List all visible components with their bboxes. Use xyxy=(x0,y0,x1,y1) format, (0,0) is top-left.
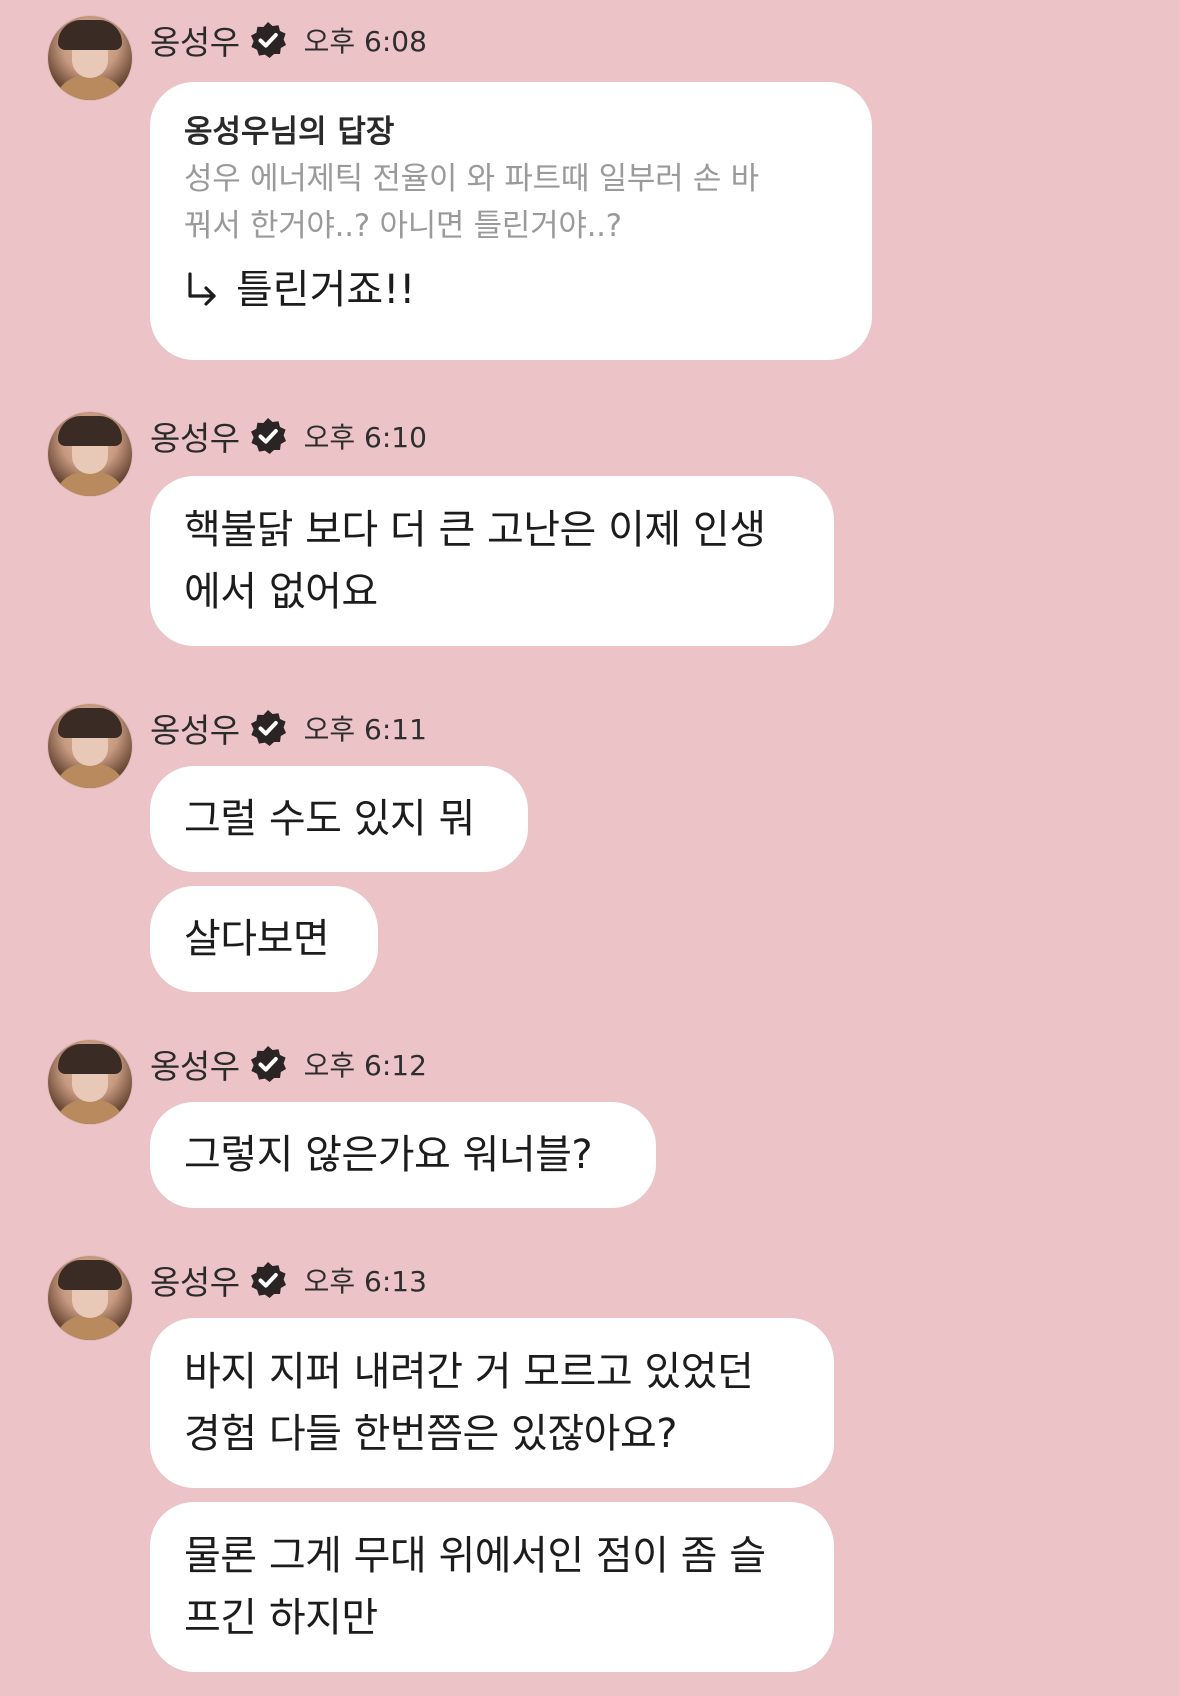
message-bubble[interactable]: 살다보면 xyxy=(150,886,378,992)
verified-badge-icon xyxy=(248,20,288,60)
message-bubble[interactable]: 바지 지퍼 내려간 거 모르고 있었던 경험 다들 한번쯤은 있잖아요? xyxy=(150,1318,834,1488)
sender-name: 옹성우 xyxy=(150,711,240,750)
timestamp: 오후 6:13 xyxy=(303,1265,427,1298)
reply-bubble[interactable]: 옹성우님의 답장 성우 에너제틱 전율이 와 파트때 일부러 손 바 꿔서 한거… xyxy=(150,82,872,360)
message-text-line: 살다보면 xyxy=(184,916,330,962)
reply-answer: 틀린거죠!! xyxy=(184,264,838,316)
message-text-line: 그렇지 않은가요 워너블? xyxy=(184,1132,593,1178)
avatar[interactable] xyxy=(48,16,132,100)
reply-arrow-icon xyxy=(184,270,220,310)
reply-title: 옹성우님의 답장 xyxy=(184,114,395,150)
avatar[interactable] xyxy=(48,1256,132,1340)
message-text-line: 핵불닭 보다 더 큰 고난은 이제 인생 xyxy=(184,507,766,553)
message-header: 옹성우 오후 6:10 xyxy=(150,412,427,460)
message-bubble[interactable]: 물론 그게 무대 위에서인 점이 좀 슬 프긴 하지만 xyxy=(150,1502,834,1672)
message-text-line: 에서 없어요 xyxy=(184,569,378,615)
message-header: 옹성우 오후 6:11 xyxy=(150,704,427,752)
avatar[interactable] xyxy=(48,412,132,496)
timestamp: 오후 6:11 xyxy=(303,713,427,746)
reply-quote-line: 성우 에너제틱 전율이 와 파트때 일부러 손 바 xyxy=(184,161,759,197)
verified-badge-icon xyxy=(248,708,288,748)
reply-quote-line: 꿔서 한거야..? 아니면 틀린거야..? xyxy=(184,208,622,244)
timestamp: 오후 6:12 xyxy=(303,1049,427,1082)
message-bubble[interactable]: 그럴 수도 있지 뭐 xyxy=(150,766,528,872)
verified-badge-icon xyxy=(248,1260,288,1300)
message-bubble[interactable]: 핵불닭 보다 더 큰 고난은 이제 인생 에서 없어요 xyxy=(150,476,834,646)
message-header: 옹성우 오후 6:13 xyxy=(150,1256,427,1304)
message-text-line: 바지 지퍼 내려간 거 모르고 있었던 xyxy=(184,1349,754,1395)
message-text-line: 프긴 하지만 xyxy=(184,1595,378,1641)
avatar[interactable] xyxy=(48,1040,132,1124)
sender-name: 옹성우 xyxy=(150,23,240,62)
avatar[interactable] xyxy=(48,704,132,788)
message-header: 옹성우 오후 6:08 xyxy=(150,16,427,64)
message-header: 옹성우 오후 6:12 xyxy=(150,1040,427,1088)
sender-name: 옹성우 xyxy=(150,419,240,458)
sender-name: 옹성우 xyxy=(150,1263,240,1302)
message-bubble[interactable]: 그렇지 않은가요 워너블? xyxy=(150,1102,656,1208)
timestamp: 오후 6:10 xyxy=(303,421,427,454)
sender-name: 옹성우 xyxy=(150,1047,240,1086)
message-text-line: 물론 그게 무대 위에서인 점이 좀 슬 xyxy=(184,1533,766,1579)
verified-badge-icon xyxy=(248,1044,288,1084)
verified-badge-icon xyxy=(248,416,288,456)
timestamp: 오후 6:08 xyxy=(303,25,427,58)
message-text-line: 그럴 수도 있지 뭐 xyxy=(184,796,475,842)
reply-answer-text: 틀린거죠!! xyxy=(236,267,416,313)
message-text-line: 경험 다들 한번쯤은 있잖아요? xyxy=(184,1411,677,1457)
